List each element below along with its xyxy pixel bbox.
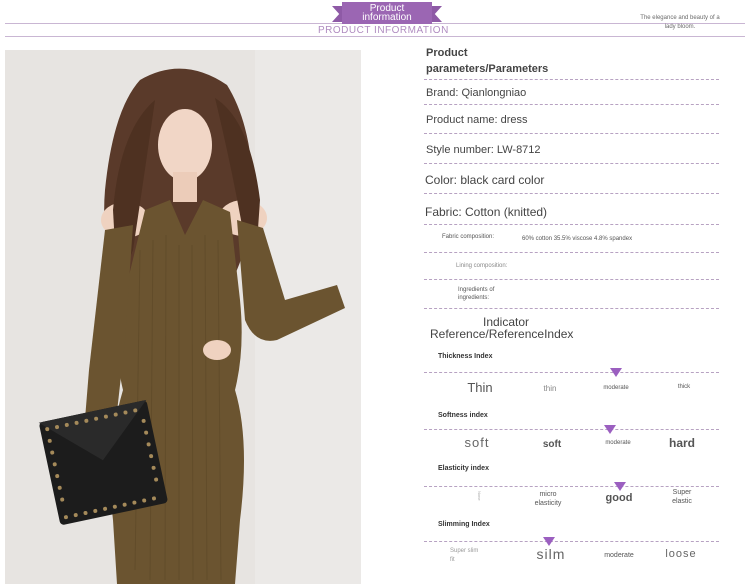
slimming-marker [543, 537, 555, 546]
softness-option: soft [542, 439, 562, 450]
elasticity-marker [614, 482, 626, 491]
ribbon-body: Product information [342, 2, 432, 24]
elasticity-scale-line [424, 486, 719, 487]
thickness-option: thick [677, 384, 691, 390]
thickness-option: moderate [603, 385, 629, 391]
divider [424, 224, 719, 225]
slimming-option: silm [536, 546, 566, 562]
divider [424, 133, 719, 134]
elasticity-option-line: Super [672, 489, 692, 496]
elasticity-option-line: elasticity [534, 500, 562, 507]
elasticity-option: None [477, 491, 482, 501]
elasticity-option: micro elasticity [518, 490, 578, 508]
header-line-bottom [5, 36, 745, 37]
thickness-option: Thin [467, 380, 493, 395]
slimming-option: loose [665, 548, 697, 560]
softness-option: hard [668, 436, 695, 450]
thickness-marker [610, 368, 622, 377]
divider [424, 252, 719, 253]
slimming-option-line: fit [450, 557, 455, 563]
fabric-composition-label: Fabric composition: [442, 234, 495, 240]
divider [424, 193, 719, 194]
style-number-field: Style number: LW-8712 [426, 144, 541, 156]
slogan-line1: The elegance and beauty of a [640, 15, 720, 21]
softness-marker [604, 425, 616, 434]
slimming-option: Super slim fit [450, 547, 500, 565]
slimming-option-line: Super slim [450, 548, 479, 554]
params-title-line2: parameters/Parameters [426, 63, 549, 75]
slogan-line2: lady bloom. [664, 24, 696, 30]
ingredients-label-line1: Ingredients of [458, 287, 495, 293]
thickness-index-label: Thickness Index [438, 353, 493, 360]
divider [424, 163, 719, 164]
softness-index-label: Softness index [438, 412, 488, 419]
indicator-title-line2: Reference/ReferenceIndex [430, 327, 574, 341]
elasticity-option-line: micro [539, 491, 557, 498]
product-name-field: Product name: dress [426, 114, 528, 126]
elasticity-option-line: elastic [672, 498, 692, 505]
elasticity-option: good [605, 492, 633, 504]
ingredients-label-line2: ingredients: [458, 295, 490, 301]
elasticity-index-label: Elasticity index [438, 465, 489, 472]
softness-option: moderate [605, 440, 631, 446]
slimming-option: moderate [604, 552, 634, 559]
color-field: Color: black card color [425, 173, 545, 187]
fabric-field: Fabric: Cotton (knitted) [425, 205, 548, 219]
header-subtitle: PRODUCT INFORMATION [318, 25, 449, 36]
fabric-composition-value: 60% cotton 35.5% viscose 4.8% spandex [522, 236, 633, 242]
product-photo [5, 50, 361, 584]
thickness-scale-line [424, 372, 719, 373]
ribbon-text-line2: information [362, 12, 412, 23]
softness-scale-line [424, 429, 719, 430]
slimming-scale-line [424, 541, 719, 542]
divider [424, 104, 719, 105]
elasticity-option: Super elastic [652, 488, 712, 506]
divider [424, 79, 719, 80]
divider [424, 308, 719, 309]
divider [424, 279, 719, 280]
thickness-option: thin [543, 384, 557, 393]
softness-option: soft [464, 435, 490, 450]
product-info-ribbon: Product information [332, 2, 442, 24]
header-slogan: The elegance and beauty of a lady bloom. [640, 14, 720, 32]
slimming-index-label: Slimming Index [438, 521, 490, 528]
brand-field: Brand: Qianlongniao [426, 87, 527, 99]
lining-composition-label: Lining composition: [456, 263, 508, 269]
params-title-line1: Product [426, 47, 468, 59]
model-illustration [5, 50, 361, 584]
